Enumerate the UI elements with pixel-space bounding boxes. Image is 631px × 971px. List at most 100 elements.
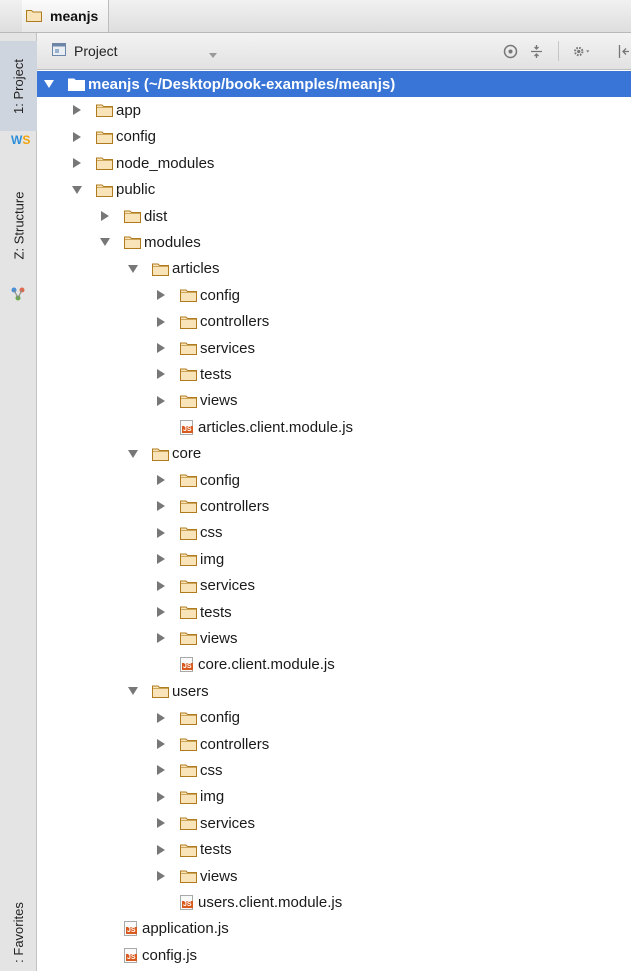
tree-folder-row[interactable]: views [37, 863, 631, 889]
tree-folder-row[interactable]: config [37, 282, 631, 308]
tab-project[interactable]: 1: Project [0, 41, 37, 131]
tree-folder-row[interactable]: users [37, 678, 631, 704]
collapsed-arrow-icon[interactable] [156, 369, 166, 380]
tree-folder-row[interactable]: config [37, 124, 631, 150]
tree-folder-row[interactable]: config [37, 467, 631, 493]
breadcrumb-project[interactable]: meanjs [22, 0, 122, 32]
tree-folder-row[interactable]: node_modules [37, 150, 631, 176]
tree-file-row[interactable]: JS config.js [37, 942, 631, 968]
folder-icon [180, 606, 197, 619]
collapsed-arrow-icon[interactable] [156, 871, 166, 881]
tree-folder-row[interactable]: meanjs (~/Desktop/book-examples/meanjs) [37, 71, 631, 97]
tree-folder-row[interactable]: public [37, 177, 631, 203]
tree-folder-row[interactable]: img [37, 546, 631, 572]
folder-icon [180, 817, 197, 831]
tree-file-row[interactable]: JS users.client.module.js [37, 889, 631, 915]
folder-icon [96, 131, 113, 144]
tree-folder-row[interactable]: dist [37, 203, 631, 229]
collapsed-arrow-icon[interactable] [156, 712, 166, 723]
javascript-file-icon: JS [180, 419, 193, 435]
tree-folder-row[interactable]: img [37, 784, 631, 810]
tree-folder-row[interactable]: config [37, 705, 631, 731]
arrow-spacer [156, 422, 166, 432]
collapsed-arrow-icon[interactable] [72, 105, 82, 116]
tree-item-label: users [172, 682, 209, 700]
expanded-arrow-icon[interactable] [128, 686, 138, 696]
tree-item-label: config [200, 286, 241, 304]
tree-folder-row[interactable]: controllers [37, 493, 631, 519]
collapse-icon [530, 44, 542, 58]
hide-panel-button[interactable] [615, 42, 631, 60]
expanded-arrow-icon[interactable] [44, 79, 54, 89]
tree-folder-row[interactable]: tests [37, 599, 631, 625]
arrow-spacer [100, 950, 110, 960]
project-tree: meanjs (~/Desktop/book-examples/meanjs) a… [37, 71, 631, 971]
tree-item-label: css [200, 761, 223, 779]
expanded-arrow-icon[interactable] [128, 264, 138, 274]
collapsed-arrow-icon[interactable] [72, 158, 82, 169]
collapsed-arrow-icon[interactable] [156, 844, 166, 855]
tree-item-label: application.js [142, 920, 229, 938]
tree-folder-row[interactable]: views [37, 388, 631, 414]
collapsed-arrow-icon[interactable] [156, 580, 166, 591]
tree-folder-row[interactable]: services [37, 573, 631, 599]
tree-item-label: views [200, 867, 238, 885]
view-selector[interactable]: Project [52, 40, 217, 62]
expanded-arrow-icon[interactable] [100, 237, 110, 247]
tree-folder-row[interactable]: tests [37, 361, 631, 387]
javascript-file-icon: JS [124, 921, 137, 937]
collapsed-arrow-icon[interactable] [156, 290, 166, 301]
collapsed-arrow-icon[interactable] [156, 316, 166, 327]
tree-folder-row[interactable]: views [37, 625, 631, 651]
tree-folder-row[interactable]: controllers [37, 309, 631, 335]
expanded-arrow-icon[interactable] [128, 449, 138, 459]
collapsed-arrow-icon[interactable] [156, 501, 166, 512]
javascript-file-icon: JS [124, 947, 137, 963]
scroll-from-source-button[interactable] [501, 42, 519, 60]
tree-folder-row[interactable]: tests [37, 837, 631, 863]
tree-item-label: services [200, 577, 256, 595]
folder-icon [96, 157, 113, 171]
collapsed-arrow-icon[interactable] [156, 818, 166, 829]
tree-folder-row[interactable]: app [37, 97, 631, 123]
tree-folder-row[interactable]: services [37, 810, 631, 836]
tree-file-row[interactable]: JS articles.client.module.js [37, 414, 631, 440]
collapsed-arrow-icon[interactable] [72, 131, 82, 142]
tree-folder-row[interactable]: core [37, 441, 631, 467]
tree-item-label: services [200, 339, 256, 357]
tab-project-label: 1: Project [11, 58, 27, 114]
tab-structure[interactable]: Z: Structure [0, 165, 37, 285]
webstorm-icon: WS [11, 133, 31, 147]
settings-button[interactable] [573, 42, 591, 60]
collapsed-arrow-icon[interactable] [156, 554, 166, 565]
collapsed-arrow-icon[interactable] [156, 791, 166, 802]
tree-folder-row[interactable]: articles [37, 256, 631, 282]
tree-item-label: config [116, 128, 157, 146]
collapsed-arrow-icon[interactable] [156, 633, 166, 644]
collapsed-arrow-icon[interactable] [156, 395, 166, 406]
collapsed-arrow-icon[interactable] [156, 343, 166, 353]
folder-icon [96, 104, 113, 118]
collapsed-arrow-icon[interactable] [156, 475, 166, 485]
collapsed-arrow-icon[interactable] [156, 607, 166, 617]
tree-folder-row[interactable]: css [37, 757, 631, 783]
tree-item-label: core [172, 445, 202, 463]
tab-favorites[interactable]: : Favorites [0, 893, 37, 971]
tree-folder-row[interactable]: modules [37, 229, 631, 255]
tree-item-label: meanjs (~/Desktop/book-examples/meanjs) [88, 75, 396, 93]
collapsed-arrow-icon[interactable] [100, 211, 110, 221]
collapsed-arrow-icon[interactable] [156, 739, 166, 749]
tree-item-label: controllers [200, 313, 270, 331]
tree-folder-row[interactable]: services [37, 335, 631, 361]
arrow-spacer [156, 897, 166, 907]
collapsed-arrow-icon[interactable] [156, 765, 166, 776]
hide-icon [618, 44, 629, 58]
tree-file-row[interactable]: JS application.js [37, 916, 631, 942]
tree-folder-row[interactable]: css [37, 520, 631, 546]
collapse-all-button[interactable] [527, 42, 545, 60]
folder-icon [180, 342, 197, 355]
collapsed-arrow-icon[interactable] [156, 527, 166, 538]
tree-file-row[interactable]: JS core.client.module.js [37, 652, 631, 678]
expanded-arrow-icon[interactable] [72, 185, 82, 195]
tree-folder-row[interactable]: controllers [37, 731, 631, 757]
